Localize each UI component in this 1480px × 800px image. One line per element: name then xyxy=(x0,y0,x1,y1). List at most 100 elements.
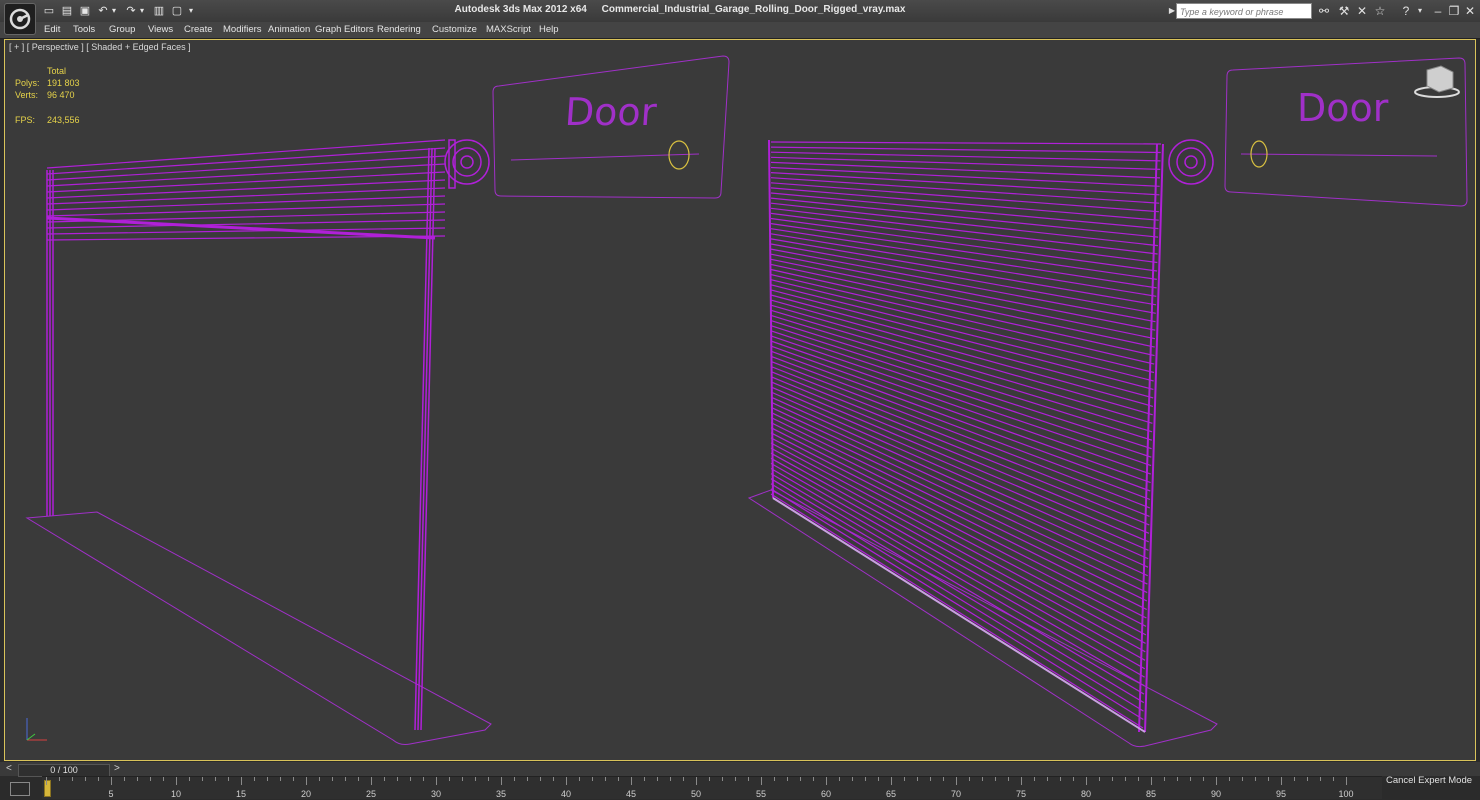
open-file-icon[interactable]: ▤ xyxy=(60,4,74,18)
right-slat xyxy=(770,467,1145,687)
prev-frame-button[interactable]: < xyxy=(6,763,12,774)
menu-modifiers[interactable]: Modifiers xyxy=(223,24,262,35)
frame-tick xyxy=(1216,777,1217,785)
menu-help[interactable]: Help xyxy=(539,24,559,35)
frame-tick xyxy=(514,777,515,781)
frame-tick xyxy=(956,777,957,785)
menu-tools[interactable]: Tools xyxy=(73,24,95,35)
file-title: Commercial_Industrial_Garage_Rolling_Doo… xyxy=(601,4,906,15)
new-file-icon[interactable]: ▭ xyxy=(42,4,56,18)
viewport-label[interactable]: [ + ] [ Perspective ] [ Shaded + Edged F… xyxy=(9,42,191,52)
right-slat xyxy=(770,411,1148,594)
binoculars-icon[interactable]: ⚯ xyxy=(1316,4,1332,18)
search-input[interactable]: Type a keyword or phrase xyxy=(1176,3,1312,19)
right-slat xyxy=(770,146,1161,154)
frame-tick xyxy=(150,777,151,781)
next-frame-button[interactable]: > xyxy=(114,763,120,774)
project-folder-icon[interactable]: ▥ xyxy=(152,4,166,18)
right-slat xyxy=(770,177,1160,204)
verts-value: 96 470 xyxy=(47,90,75,100)
redo-dropdown-icon[interactable]: ▾ xyxy=(138,4,146,18)
frame-tick xyxy=(1164,777,1165,781)
frame-label: 90 xyxy=(1210,789,1222,799)
redo-icon[interactable]: ↷ xyxy=(124,4,138,18)
right-slat xyxy=(770,289,1154,390)
right-roller-drum xyxy=(1168,139,1214,185)
frame-tick xyxy=(579,777,580,781)
right-slat xyxy=(770,396,1149,568)
frame-tick xyxy=(98,777,99,781)
menu-customize[interactable]: Customize xyxy=(432,24,477,35)
frame-label: 85 xyxy=(1145,789,1157,799)
frame-tick xyxy=(878,777,879,781)
track-bar[interactable]: 5 10 15 20 25 30 35 40 45 50 55 60 65 70 75 80 85 90 95 100 xyxy=(42,776,1382,799)
menu-maxscript[interactable]: MAXScript xyxy=(486,24,531,35)
frame-tick xyxy=(449,777,450,781)
frame-tick xyxy=(501,777,502,785)
menu-group[interactable]: Group xyxy=(109,24,135,35)
frame-tick xyxy=(1047,777,1048,781)
frame-tick xyxy=(670,777,671,781)
left-slat xyxy=(46,155,446,181)
right-slat xyxy=(770,274,1155,365)
frame-tick xyxy=(943,777,944,781)
frame-tick xyxy=(592,777,593,781)
communication-icon[interactable]: ✕ xyxy=(1354,4,1370,18)
menu-create[interactable]: Create xyxy=(184,24,213,35)
frame-tick xyxy=(1034,777,1035,781)
window-title: Autodesk 3ds Max 2012 x64 Commercial_Ind… xyxy=(0,4,1360,15)
mini-curve-editor-icon[interactable] xyxy=(10,782,30,796)
frame-tick xyxy=(319,777,320,781)
frame-tick xyxy=(163,777,164,781)
undo-dropdown-icon[interactable]: ▾ xyxy=(110,4,118,18)
right-door-slats xyxy=(770,141,1162,729)
right-slat xyxy=(770,325,1152,450)
title-bar: Autodesk 3ds Max 2012 x64 Commercial_Ind… xyxy=(0,0,1480,23)
frame-tick xyxy=(85,777,86,781)
frame-tick xyxy=(1320,777,1321,781)
workspace-icon[interactable]: ▢ xyxy=(170,4,184,18)
left-roller-drum xyxy=(444,139,490,189)
save-file-icon[interactable]: ▣ xyxy=(78,4,92,18)
frame-tick xyxy=(1008,777,1009,781)
help-dropdown-icon[interactable]: ▾ xyxy=(1412,4,1428,18)
right-slat xyxy=(770,457,1146,670)
frame-tick xyxy=(1125,777,1126,781)
frame-tick xyxy=(995,777,996,781)
restore-icon[interactable]: ❐ xyxy=(1446,4,1462,18)
menu-views[interactable]: Views xyxy=(148,24,173,35)
frame-tick xyxy=(631,777,632,785)
right-slat xyxy=(770,268,1155,357)
app-logo-icon[interactable] xyxy=(4,3,36,35)
menu-edit[interactable]: Edit xyxy=(44,24,60,35)
frame-label: 10 xyxy=(170,789,182,799)
right-slat xyxy=(770,442,1146,644)
frame-tick xyxy=(1294,777,1295,781)
frame-tick xyxy=(1190,777,1191,781)
undo-icon[interactable]: ↶ xyxy=(96,4,110,18)
perspective-viewport[interactable]: [ + ] [ Perspective ] [ Shaded + Edged F… xyxy=(4,39,1476,761)
quick-access-dropdown-icon[interactable]: ▾ xyxy=(186,4,196,18)
right-slat xyxy=(770,192,1159,230)
cancel-expert-mode-button[interactable]: Cancel Expert Mode xyxy=(1384,775,1474,789)
menu-animation[interactable]: Animation xyxy=(268,24,310,35)
frame-tick xyxy=(1073,777,1074,781)
frame-tick xyxy=(930,777,931,781)
minimize-icon[interactable]: – xyxy=(1430,4,1446,18)
frame-tick xyxy=(189,777,190,781)
menu-rendering[interactable]: Rendering xyxy=(377,24,421,35)
frame-tick xyxy=(839,777,840,781)
frame-tick xyxy=(293,777,294,781)
menu-graph-editors[interactable]: Graph Editors xyxy=(315,24,374,35)
frame-tick xyxy=(605,777,606,781)
viewcube-icon[interactable] xyxy=(1414,65,1460,98)
subscription-icon[interactable]: ⚒ xyxy=(1336,4,1352,18)
close-icon[interactable]: ✕ xyxy=(1462,4,1478,18)
left-slat xyxy=(46,195,446,211)
frame-tick xyxy=(137,777,138,781)
frame-tick xyxy=(280,777,281,781)
favorites-star-icon[interactable]: ☆ xyxy=(1372,4,1388,18)
frame-tick xyxy=(982,777,983,781)
right-slat xyxy=(770,365,1150,517)
frame-label: 50 xyxy=(690,789,702,799)
